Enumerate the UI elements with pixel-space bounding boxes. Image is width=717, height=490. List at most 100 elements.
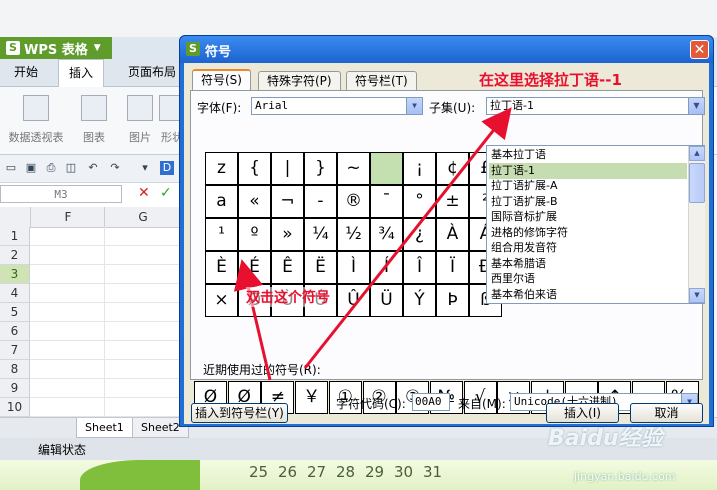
symbol-cell[interactable]: Î	[403, 251, 436, 284]
undo-icon[interactable]: ↶	[86, 161, 100, 175]
symbol-cell[interactable]: |	[271, 152, 304, 185]
sheet-tab-1[interactable]: Sheet1	[76, 418, 133, 438]
scroll-thumb[interactable]	[689, 163, 705, 203]
row-header-6[interactable]: 6	[0, 322, 30, 341]
chart-button[interactable]: 图表	[74, 95, 114, 145]
row-header-5[interactable]: 5	[0, 303, 30, 322]
font-select[interactable]: Arial ▼	[251, 97, 423, 115]
subset-option[interactable]: 进格的修饰字符	[489, 225, 687, 241]
subset-option[interactable]: 拉丁语-1	[489, 162, 687, 179]
symbol-cell[interactable]: ¹	[205, 218, 238, 251]
format-icon[interactable]: D	[160, 161, 174, 175]
save-icon[interactable]: ▣	[24, 161, 38, 175]
symbol-cell[interactable]: Ï	[436, 251, 469, 284]
cancel-edit-icon[interactable]: ✕	[138, 185, 150, 201]
symbol-cell[interactable]: ~	[337, 152, 370, 185]
symbol-cell[interactable]: ®	[337, 185, 370, 218]
chevron-down-icon[interactable]: ▼	[688, 98, 704, 114]
symbol-cell[interactable]: ¼	[304, 218, 337, 251]
subset-option[interactable]: 西里尔语	[489, 271, 687, 287]
symbol-cell[interactable]: Ë	[304, 251, 337, 284]
picture-label: 图片	[129, 131, 151, 144]
char-code-input[interactable]: 00A0	[412, 393, 450, 411]
subset-option[interactable]: 国际音标扩展	[489, 209, 687, 225]
scroll-up-icon[interactable]: ▲	[689, 146, 705, 161]
symbol-cell[interactable]: Ý	[403, 284, 436, 317]
redo-icon[interactable]: ↷	[108, 161, 122, 175]
row-header-8[interactable]: 8	[0, 360, 30, 379]
row-header-2[interactable]: 2	[0, 246, 30, 265]
symbol-cell[interactable]: }	[304, 152, 337, 185]
print-icon[interactable]: ⎙	[44, 161, 58, 175]
preview-icon[interactable]: ◫	[64, 161, 78, 175]
symbol-cell[interactable]: É	[238, 251, 271, 284]
symbol-cell[interactable]: ¾	[370, 218, 403, 251]
cancel-button[interactable]: 取消	[630, 403, 703, 423]
tab-symbols[interactable]: 符号(S)	[192, 69, 251, 91]
grid-line	[30, 302, 180, 303]
subset-option[interactable]: 基本希伯来语	[489, 287, 687, 303]
symbol-cell[interactable]: a	[205, 185, 238, 218]
symbol-cell[interactable]: Ü	[370, 284, 403, 317]
close-button[interactable]: ✕	[690, 40, 709, 59]
tab-page-layout[interactable]: 页面布局	[118, 59, 186, 86]
symbol-cell[interactable]: «	[238, 185, 271, 218]
row-header-7[interactable]: 7	[0, 341, 30, 360]
symbol-cell[interactable]: Ì	[337, 251, 370, 284]
dropdown-scrollbar[interactable]: ▲ ▼	[688, 146, 705, 303]
subset-option[interactable]: 组合用发音符	[489, 240, 687, 256]
symbol-cell[interactable]: -	[304, 185, 337, 218]
insert-to-bar-button[interactable]: 插入到符号栏(Y)	[191, 403, 288, 423]
symbol-cell[interactable]: ¬	[271, 185, 304, 218]
confirm-edit-icon[interactable]: ✓	[160, 185, 172, 201]
symbol-cell[interactable]: ¿	[403, 218, 436, 251]
symbol-cell[interactable]: Ê	[271, 251, 304, 284]
symbol-cell[interactable]: ½	[337, 218, 370, 251]
symbol-cell[interactable]: Û	[337, 284, 370, 317]
symbol-cell[interactable]: °	[403, 185, 436, 218]
symbol-cell[interactable]: ×	[205, 284, 238, 317]
subset-dropdown-list[interactable]: 基本拉丁语 拉丁语-1 拉丁语扩展-A 拉丁语扩展-B 国际音标扩展 进格的修饰字符 组合用…	[486, 145, 705, 304]
row-header-10[interactable]: 10	[0, 398, 30, 417]
subset-option[interactable]: 拉丁语扩展-A	[489, 178, 687, 194]
wps-app-menu[interactable]: S WPS 表格 ▼	[0, 37, 112, 59]
insert-button[interactable]: 插入(I)	[546, 403, 619, 423]
dialog-title-bar[interactable]: S 符号 ✕	[180, 36, 713, 63]
row-header-9[interactable]: 9	[0, 379, 30, 398]
tab-symbol-bar[interactable]: 符号栏(T)	[346, 71, 417, 90]
name-box[interactable]: M3	[0, 185, 122, 203]
subset-option[interactable]: 基本拉丁语	[489, 147, 687, 163]
tab-special-chars[interactable]: 特殊字符(P)	[258, 71, 341, 90]
symbol-cell[interactable]: »	[271, 218, 304, 251]
symbol-cell[interactable]: È	[205, 251, 238, 284]
subset-option[interactable]: 拉丁语扩展-B	[489, 194, 687, 210]
row-header-4[interactable]: 4	[0, 284, 30, 303]
recent-symbol-cell[interactable]: ￥	[295, 381, 329, 414]
symbol-cell[interactable]: º	[238, 218, 271, 251]
chevron-down-icon[interactable]: ▾	[138, 161, 152, 175]
scroll-down-icon[interactable]: ▼	[689, 288, 705, 303]
subset-select[interactable]: 拉丁语-1 ▼	[486, 97, 705, 115]
chevron-down-icon[interactable]: ▼	[406, 98, 422, 114]
symbol-cell[interactable]: À	[436, 218, 469, 251]
tab-insert[interactable]: 插入	[58, 59, 105, 88]
column-header-g[interactable]: G	[104, 207, 181, 227]
symbol-cell[interactable]: {	[238, 152, 271, 185]
symbol-cell[interactable]: ±	[436, 185, 469, 218]
symbol-cell[interactable]: ¯	[370, 185, 403, 218]
column-header-f[interactable]: F	[30, 207, 105, 227]
spreadsheet-grid[interactable]: F G 1 2 3 4 5 6 7 8 9 10	[0, 207, 180, 417]
symbol-cell[interactable]	[370, 152, 403, 185]
symbol-cell[interactable]: ¡	[403, 152, 436, 185]
row-header-1[interactable]: 1	[0, 227, 30, 246]
open-icon[interactable]: ▭	[4, 161, 18, 175]
symbol-cell[interactable]: z	[205, 152, 238, 185]
pivot-table-button[interactable]: 数据透视表	[4, 95, 68, 145]
subset-option[interactable]: 基本希腊语	[489, 256, 687, 272]
row-header-3[interactable]: 3	[0, 265, 30, 284]
symbol-cell[interactable]: Í	[370, 251, 403, 284]
grid-line	[30, 359, 180, 360]
symbol-cell[interactable]: Þ	[436, 284, 469, 317]
symbol-cell[interactable]: ¢	[436, 152, 469, 185]
tab-home[interactable]: 开始	[4, 59, 48, 86]
